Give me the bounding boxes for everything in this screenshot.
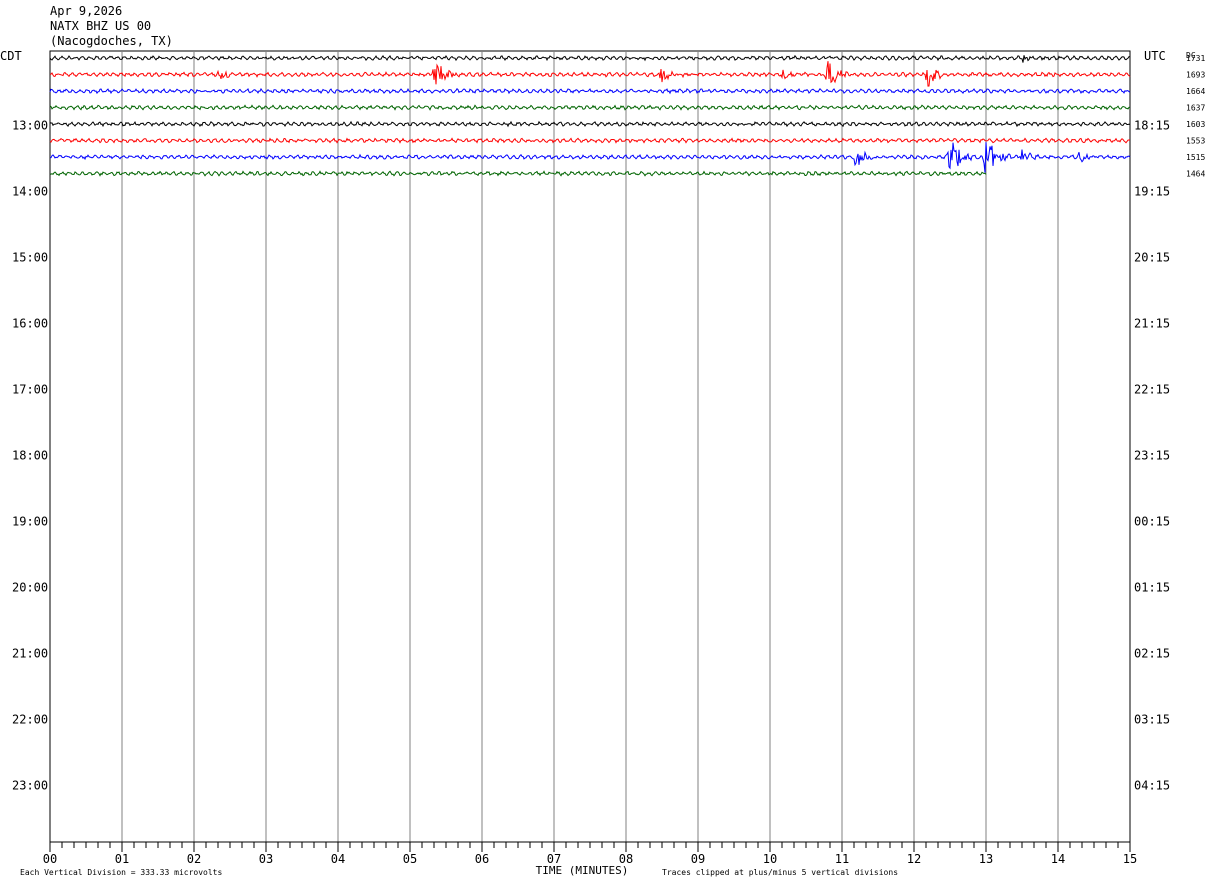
trace-dc-label-2: 1693: [1186, 71, 1205, 80]
right-hour-label: 21:15: [1134, 317, 1170, 331]
right-hour-label: 18:15: [1134, 119, 1170, 133]
division-note: Each Vertical Division = 333.33 microvol…: [20, 868, 222, 877]
left-hour-label: 16:00: [12, 317, 48, 331]
x-tick-label-02: 02: [187, 852, 201, 866]
plot-frame: [49, 50, 1131, 843]
clip-note: Traces clipped at plus/minus 5 vertical …: [662, 868, 898, 877]
right-hour-label: 19:15: [1134, 185, 1170, 199]
left-axis-label-cdt: CDT: [0, 49, 22, 63]
x-tick-label-12: 12: [907, 852, 921, 866]
x-tick-label-01: 01: [115, 852, 129, 866]
x-tick-label-05: 05: [403, 852, 417, 866]
trace-line-4: [49, 104, 1131, 111]
trace-line-7: [49, 142, 1131, 173]
x-tick-label-13: 13: [979, 852, 993, 866]
trace-dc-label-7: 1515: [1186, 153, 1205, 162]
x-tick-label-00: 00: [43, 852, 57, 866]
right-hour-label: 04:15: [1134, 779, 1170, 793]
trace-dc-label-6: 1553: [1186, 137, 1205, 146]
x-tick-label-11: 11: [835, 852, 849, 866]
left-hour-label: 17:00: [12, 383, 48, 397]
x-tick-label-14: 14: [1051, 852, 1065, 866]
right-hour-label: 00:15: [1134, 515, 1170, 529]
right-hour-label: 03:15: [1134, 713, 1170, 727]
trace-dc-label-4: 1637: [1186, 104, 1205, 113]
right-axis-label-utc: UTC: [1144, 49, 1166, 63]
trace-line-8: [49, 170, 987, 177]
trace-dc-label-3: 1664: [1186, 87, 1205, 96]
left-hour-label: 19:00: [12, 515, 48, 529]
trace-line-5: [49, 120, 1131, 128]
trace-line-6: [49, 137, 1130, 144]
trace-line-1: [49, 54, 1131, 63]
x-tick-label-03: 03: [259, 852, 273, 866]
x-tick-label-09: 09: [691, 852, 705, 866]
seismogram-plot: 00 01 02 03 04 05 06 07 08 09 10 11 12 13 14 15TIME (MI…: [0, 49, 1205, 877]
trace-dc-label-8: 1464: [1186, 170, 1205, 179]
left-hour-label: 23:00: [12, 779, 48, 793]
left-hour-label: 18:00: [12, 449, 48, 463]
x-axis-title: TIME (MINUTES): [536, 864, 629, 877]
right-hour-label: 22:15: [1134, 383, 1170, 397]
x-tick-label-04: 04: [331, 852, 345, 866]
x-tick-label-15: 15: [1123, 852, 1137, 866]
left-hour-label: 13:00: [12, 119, 48, 133]
trace-line-3: [49, 87, 1131, 95]
trace-dc-label-5: 1603: [1186, 120, 1205, 129]
left-hour-label: 20:00: [12, 581, 48, 595]
x-tick-label-06: 06: [475, 852, 489, 866]
x-tick-label-10: 10: [763, 852, 777, 866]
right-hour-label: 02:15: [1134, 647, 1170, 661]
right-hour-label: 01:15: [1134, 581, 1170, 595]
right-hour-label: 23:15: [1134, 449, 1170, 463]
trace-line-2: [49, 61, 1131, 87]
left-hour-label: 15:00: [12, 251, 48, 265]
left-hour-label: 22:00: [12, 713, 48, 727]
trace-dc-label-1: 1731: [1186, 54, 1205, 63]
left-hour-label: 21:00: [12, 647, 48, 661]
left-hour-label: 14:00: [12, 185, 48, 199]
right-hour-label: 20:15: [1134, 251, 1170, 265]
